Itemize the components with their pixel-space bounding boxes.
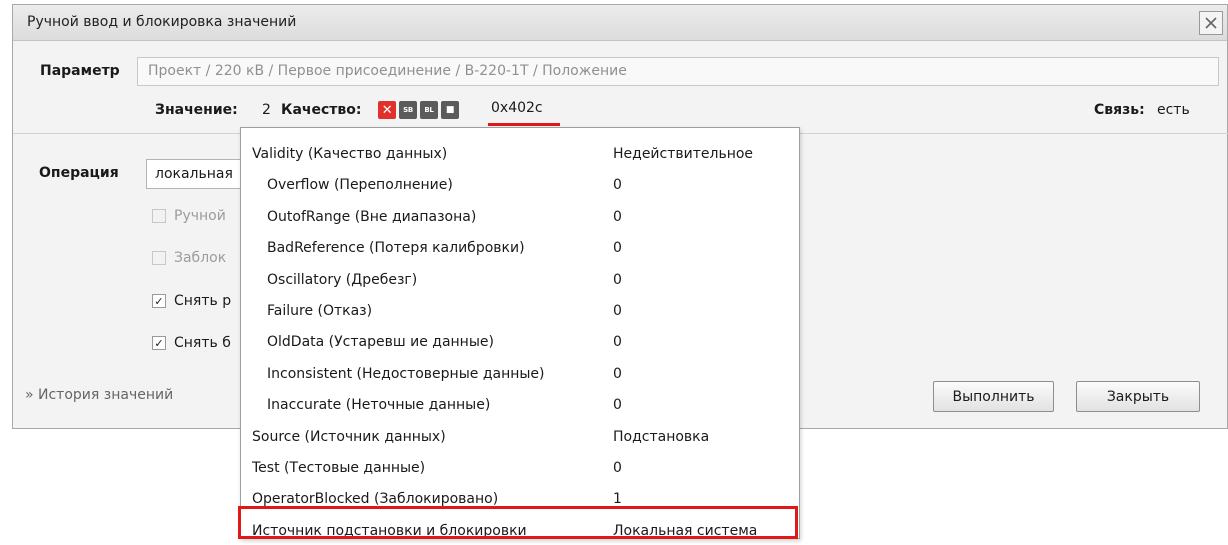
checkbox-unchecked (152, 251, 166, 265)
quality-detail-key: Test (Тестовые данные) (252, 460, 426, 476)
checkbox-unchecked (152, 209, 166, 223)
option-checkbox-row: Ручной (152, 206, 226, 226)
quality-detail-key: Source (Источник данных) (252, 428, 446, 445)
checkbox-checked[interactable]: ✓ (152, 294, 166, 308)
quality-detail-key: OperatorBlocked (Заблокировано) (252, 491, 499, 508)
checkbox-checked[interactable]: ✓ (152, 336, 166, 350)
quality-detail-value: 0 (613, 397, 622, 414)
quality-detail-row: Test (Тестовые данные) 0 (241, 456, 799, 482)
quality-detail-value: 0 (613, 460, 622, 476)
invalid-x-icon[interactable]: ✕ (378, 101, 396, 119)
quality-detail-value: 0 (613, 365, 622, 382)
quality-detail-value: 0 (613, 177, 622, 194)
checkbox-label: Снять б (174, 335, 231, 351)
quality-detail-key: Validity (Качество данных) (252, 146, 448, 162)
quality-code[interactable]: 0x402c (491, 100, 543, 116)
quality-detail-row: Failure (Отказ) 0 (241, 299, 799, 325)
quality-detail-key: Oscillatory (Дребезг) (267, 271, 418, 288)
dialog-title: Ручной ввод и блокировка значений (27, 14, 297, 30)
history-link[interactable]: » История значений (25, 387, 173, 403)
quality-detail-key: BadReference (Потеря калибровки) (267, 240, 525, 257)
quality-detail-key: OldData (Устаревш ие данные) (267, 334, 494, 351)
dialog-titlebar: Ручной ввод и блокировка значений (13, 5, 1227, 41)
close-icon[interactable] (1199, 11, 1223, 35)
checkbox-label: Заблок (174, 250, 227, 266)
checkbox-label: Ручной (174, 208, 226, 224)
quality-detail-row: BadReference (Потеря калибровки) 0 (241, 236, 799, 262)
quality-detail-key: Inconsistent (Недостоверные данные) (267, 365, 545, 382)
quality-detail-value: 0 (613, 208, 622, 225)
quality-detail-value: Подстановка (613, 428, 710, 445)
quality-detail-row: OldData (Устаревш ие данные) 0 (241, 330, 799, 356)
quality-icons[interactable]: ✕ SB BL ■ (378, 101, 459, 119)
quality-detail-value: 0 (613, 240, 622, 257)
quality-detail-value: 1 (613, 491, 622, 508)
quality-detail-key: Failure (Отказ) (267, 303, 373, 319)
option-checkbox-row[interactable]: ✓ Снять р (152, 291, 231, 311)
quality-detail-row: Inconsistent (Недостоверные данные) 0 (241, 362, 799, 388)
bl-icon[interactable]: BL (420, 101, 438, 119)
connection-value: есть (1157, 102, 1190, 118)
quality-details-popup: Validity (Качество данных) Недействительн… (240, 127, 800, 539)
sb-icon[interactable]: SB (399, 101, 417, 119)
checkbox-label: Снять р (174, 293, 232, 309)
value-label: Значение: (155, 102, 238, 118)
parameter-path-field[interactable]: Проект / 220 кВ / Первое присоединение /… (137, 57, 1219, 86)
quality-detail-row: Source (Источник данных) Подстановка (241, 425, 799, 451)
quality-detail-value: 0 (613, 303, 622, 319)
quality-detail-key: Overflow (Переполнение) (267, 177, 453, 194)
value-readout: 2 (262, 102, 271, 118)
connection-label: Связь: (1094, 102, 1145, 118)
execute-button[interactable]: Выполнить (933, 381, 1054, 412)
quality-detail-value: Недействительное (613, 146, 754, 162)
quality-label: Качество: (281, 102, 362, 118)
quality-code-underline (488, 123, 560, 126)
quality-detail-key: OutofRange (Вне диапазона) (267, 208, 477, 225)
highlight-frame (238, 506, 798, 539)
quality-detail-key: Inaccurate (Неточные данные) (267, 397, 491, 414)
quality-detail-row: OutofRange (Вне диапазона) 0 (241, 205, 799, 231)
quality-detail-row: Oscillatory (Дребезг) 0 (241, 268, 799, 294)
option-checkbox-row[interactable]: ✓ Снять б (152, 333, 231, 353)
quality-detail-row: Inaccurate (Неточные данные) 0 (241, 393, 799, 419)
close-button[interactable]: Закрыть (1076, 381, 1200, 412)
quality-detail-row: Overflow (Переполнение) 0 (241, 173, 799, 199)
option-checkbox-row: Заблок (152, 248, 226, 268)
quality-detail-value: 0 (613, 334, 622, 351)
quality-detail-value: 0 (613, 271, 622, 288)
quality-detail-row: Validity (Качество данных) Недействительн… (241, 142, 799, 168)
stop-icon[interactable]: ■ (441, 101, 459, 119)
operation-label: Операция (39, 165, 119, 181)
parameter-label: Параметр (40, 63, 120, 79)
